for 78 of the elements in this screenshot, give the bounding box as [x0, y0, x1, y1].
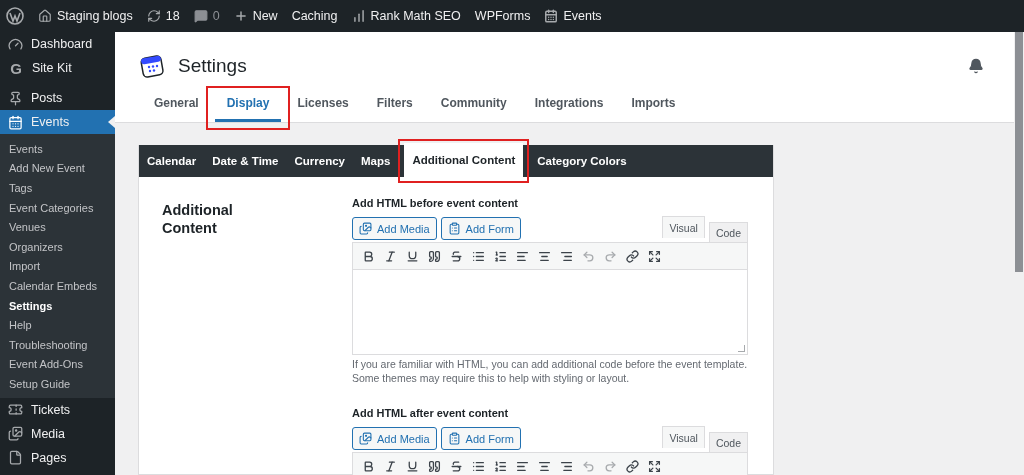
images-icon [359, 432, 372, 445]
settings-tab[interactable]: Filters [364, 96, 425, 122]
section-tab[interactable]: Maps [353, 145, 399, 177]
page-icon [8, 450, 23, 466]
settings-tab[interactable]: Display [214, 96, 282, 122]
settings-tab[interactable]: Licenses [285, 96, 361, 122]
editor-mode-tab[interactable]: Code [708, 222, 748, 242]
submenu-item[interactable]: Events [0, 139, 115, 159]
ticket-icon [8, 402, 23, 418]
editor-label: Add HTML after event content [352, 407, 510, 419]
resize-grip-icon[interactable] [738, 345, 745, 352]
settings-tab[interactable]: Imports [619, 96, 688, 122]
submenu-item[interactable]: Organizers [0, 236, 115, 257]
admin-bar-link[interactable]: Events [544, 9, 602, 23]
section-title: Additional Content [162, 201, 234, 237]
plus-icon [233, 9, 248, 23]
gauge-icon [8, 36, 23, 52]
calendar-icon [8, 114, 23, 130]
wordpress-logo-icon[interactable] [6, 7, 24, 25]
submenu-item[interactable]: Troubleshooting [0, 334, 115, 355]
add-form-button[interactable]: Add Form [440, 427, 521, 450]
calendar-icon [544, 9, 559, 23]
editor-mode-tab[interactable]: Code [708, 432, 748, 452]
section-tab[interactable]: Calendar [139, 145, 205, 177]
sidebar-item[interactable]: Posts [0, 86, 115, 110]
add-form-button[interactable]: Add Form [440, 217, 521, 240]
editor-mode-tab[interactable]: Visual [662, 216, 705, 238]
site-kit-icon: G [8, 59, 24, 77]
updates-link[interactable]: 18 [146, 9, 180, 23]
sidebar-item[interactable]: Dashboard [0, 32, 115, 56]
submenu-item[interactable]: Import [0, 256, 115, 277]
submenu-item[interactable]: Event Add-Ons [0, 354, 115, 375]
add-media-button[interactable]: Add Media [352, 427, 437, 450]
admin-bar-link[interactable]: New [233, 9, 278, 23]
sidebar-item[interactable]: Events [0, 110, 115, 134]
submenu-item[interactable]: Help [0, 315, 115, 335]
submenu-item[interactable]: Add New Event [0, 158, 115, 179]
bell-icon[interactable] [968, 58, 984, 74]
images-icon [359, 222, 372, 235]
link-icon[interactable] [623, 459, 641, 473]
chart-icon [351, 9, 366, 23]
pin-icon [8, 90, 23, 106]
add-media-button[interactable]: Add Media [352, 217, 437, 240]
sidebar-item[interactable]: Pages [0, 445, 115, 470]
section-tab[interactable]: Category Colors [529, 145, 635, 177]
comments-link[interactable]: 0 [193, 9, 220, 23]
section-tab[interactable]: Currency [286, 145, 353, 177]
home-icon [38, 9, 52, 23]
sidebar-item[interactable]: Tickets [0, 397, 115, 422]
section-tab[interactable]: Date & Time [204, 145, 287, 177]
editor-label: Add HTML before event content [352, 197, 520, 209]
section-tab[interactable]: Additional Content [404, 143, 524, 177]
submenu-item[interactable]: Settings [0, 295, 115, 316]
page-title: Settings [178, 55, 248, 77]
media-icon [8, 426, 23, 442]
submenu-item[interactable]: Setup Guide [0, 374, 115, 394]
settings-tab[interactable]: Community [428, 96, 519, 122]
editor-mode-tab[interactable]: Visual [662, 426, 705, 448]
calendar-logo-icon [140, 53, 166, 79]
site-link[interactable]: Staging blogs [38, 9, 133, 23]
submenu-item[interactable]: Event Categories [0, 197, 115, 218]
settings-tab[interactable]: Integrations [522, 96, 616, 122]
form-icon [447, 432, 461, 445]
link-icon[interactable] [623, 249, 641, 263]
submenu-item[interactable]: Venues [0, 217, 115, 237]
comment-icon [193, 9, 208, 23]
settings-tab[interactable]: General [142, 96, 211, 122]
sidebar-item[interactable]: Media [0, 421, 115, 446]
admin-bar-link[interactable]: WPForms [474, 9, 531, 23]
scrollbar-thumb[interactable] [1015, 32, 1023, 272]
admin-bar-link[interactable]: Rank Math SEO [351, 9, 461, 23]
submenu-item[interactable]: Calendar Embeds [0, 276, 115, 296]
submenu-item[interactable]: Tags [0, 178, 115, 198]
admin-bar-link[interactable]: Caching [291, 9, 338, 23]
refresh-icon [146, 9, 161, 23]
help-text: If you are familiar with HTML, you can add additional code before the event template. Some themes may require this to help with styling or layout. [352, 357, 748, 385]
sidebar-item[interactable]: G Site Kit [0, 56, 115, 80]
form-icon [447, 222, 461, 235]
